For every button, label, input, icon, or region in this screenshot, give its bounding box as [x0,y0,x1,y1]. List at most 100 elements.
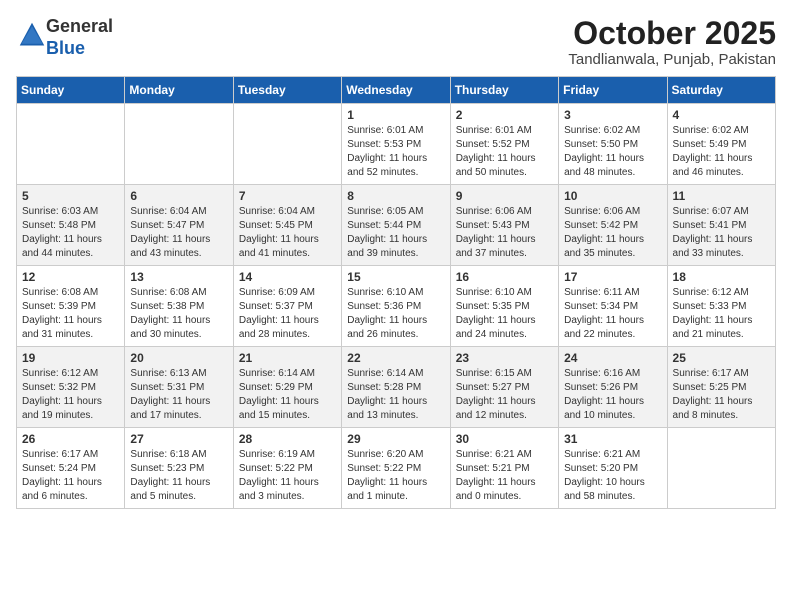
day-number: 27 [130,432,227,446]
daylight-text: Daylight: 11 hours and 35 minutes. [564,234,644,259]
day-number: 7 [239,189,336,203]
day-number: 16 [456,270,553,284]
day-info: Sunrise: 6:20 AM Sunset: 5:22 PM Dayligh… [347,448,444,504]
sunrise-text: Sunrise: 6:03 AM [22,206,98,217]
sunset-text: Sunset: 5:32 PM [22,382,96,393]
sunrise-text: Sunrise: 6:08 AM [130,287,206,298]
calendar-cell: 6 Sunrise: 6:04 AM Sunset: 5:47 PM Dayli… [125,185,233,266]
calendar-cell: 29 Sunrise: 6:20 AM Sunset: 5:22 PM Dayl… [342,428,450,509]
day-info: Sunrise: 6:21 AM Sunset: 5:20 PM Dayligh… [564,448,661,504]
sunset-text: Sunset: 5:44 PM [347,220,421,231]
day-info: Sunrise: 6:04 AM Sunset: 5:45 PM Dayligh… [239,205,336,261]
sunset-text: Sunset: 5:34 PM [564,301,638,312]
sunrise-text: Sunrise: 6:20 AM [347,449,423,460]
daylight-text: Daylight: 11 hours and 8 minutes. [673,396,753,421]
day-info: Sunrise: 6:06 AM Sunset: 5:42 PM Dayligh… [564,205,661,261]
sunrise-text: Sunrise: 6:17 AM [22,449,98,460]
day-number: 5 [22,189,119,203]
calendar-cell: 21 Sunrise: 6:14 AM Sunset: 5:29 PM Dayl… [233,347,341,428]
week-row-4: 19 Sunrise: 6:12 AM Sunset: 5:32 PM Dayl… [17,347,776,428]
daylight-text: Daylight: 11 hours and 0 minutes. [456,477,536,502]
calendar-cell: 3 Sunrise: 6:02 AM Sunset: 5:50 PM Dayli… [559,104,667,185]
day-number: 8 [347,189,444,203]
weekday-header-sunday: Sunday [17,77,125,104]
day-info: Sunrise: 6:21 AM Sunset: 5:21 PM Dayligh… [456,448,553,504]
calendar-cell: 2 Sunrise: 6:01 AM Sunset: 5:52 PM Dayli… [450,104,558,185]
daylight-text: Daylight: 11 hours and 28 minutes. [239,315,319,340]
weekday-header-thursday: Thursday [450,77,558,104]
day-info: Sunrise: 6:14 AM Sunset: 5:29 PM Dayligh… [239,367,336,423]
day-info: Sunrise: 6:01 AM Sunset: 5:53 PM Dayligh… [347,124,444,180]
calendar-cell [233,104,341,185]
day-number: 22 [347,351,444,365]
sunset-text: Sunset: 5:47 PM [130,220,204,231]
sunrise-text: Sunrise: 6:15 AM [456,368,532,379]
daylight-text: Daylight: 11 hours and 15 minutes. [239,396,319,421]
sunset-text: Sunset: 5:45 PM [239,220,313,231]
day-number: 29 [347,432,444,446]
calendar-cell: 15 Sunrise: 6:10 AM Sunset: 5:36 PM Dayl… [342,266,450,347]
day-info: Sunrise: 6:02 AM Sunset: 5:49 PM Dayligh… [673,124,770,180]
calendar-cell [125,104,233,185]
sunrise-text: Sunrise: 6:02 AM [673,125,749,136]
daylight-text: Daylight: 11 hours and 33 minutes. [673,234,753,259]
daylight-text: Daylight: 11 hours and 24 minutes. [456,315,536,340]
sunrise-text: Sunrise: 6:07 AM [673,206,749,217]
calendar-cell: 18 Sunrise: 6:12 AM Sunset: 5:33 PM Dayl… [667,266,775,347]
sunset-text: Sunset: 5:25 PM [673,382,747,393]
sunrise-text: Sunrise: 6:21 AM [456,449,532,460]
daylight-text: Daylight: 11 hours and 6 minutes. [22,477,102,502]
day-info: Sunrise: 6:11 AM Sunset: 5:34 PM Dayligh… [564,286,661,342]
sunrise-text: Sunrise: 6:05 AM [347,206,423,217]
day-number: 1 [347,108,444,122]
day-number: 3 [564,108,661,122]
day-number: 20 [130,351,227,365]
daylight-text: Daylight: 10 hours and 58 minutes. [564,477,645,502]
weekday-header-wednesday: Wednesday [342,77,450,104]
day-number: 26 [22,432,119,446]
location-subtitle: Tandlianwala, Punjab, Pakistan [568,51,776,68]
day-info: Sunrise: 6:12 AM Sunset: 5:33 PM Dayligh… [673,286,770,342]
daylight-text: Daylight: 11 hours and 10 minutes. [564,396,644,421]
day-info: Sunrise: 6:09 AM Sunset: 5:37 PM Dayligh… [239,286,336,342]
calendar-cell [667,428,775,509]
sunrise-text: Sunrise: 6:10 AM [347,287,423,298]
day-info: Sunrise: 6:06 AM Sunset: 5:43 PM Dayligh… [456,205,553,261]
day-info: Sunrise: 6:08 AM Sunset: 5:38 PM Dayligh… [130,286,227,342]
sunset-text: Sunset: 5:22 PM [347,463,421,474]
sunset-text: Sunset: 5:41 PM [673,220,747,231]
calendar-cell: 22 Sunrise: 6:14 AM Sunset: 5:28 PM Dayl… [342,347,450,428]
sunrise-text: Sunrise: 6:04 AM [239,206,315,217]
day-number: 14 [239,270,336,284]
sunrise-text: Sunrise: 6:02 AM [564,125,640,136]
day-info: Sunrise: 6:14 AM Sunset: 5:28 PM Dayligh… [347,367,444,423]
daylight-text: Daylight: 11 hours and 21 minutes. [673,315,753,340]
daylight-text: Daylight: 11 hours and 37 minutes. [456,234,536,259]
daylight-text: Daylight: 11 hours and 44 minutes. [22,234,102,259]
day-number: 30 [456,432,553,446]
sunset-text: Sunset: 5:38 PM [130,301,204,312]
daylight-text: Daylight: 11 hours and 5 minutes. [130,477,210,502]
sunrise-text: Sunrise: 6:06 AM [456,206,532,217]
day-info: Sunrise: 6:07 AM Sunset: 5:41 PM Dayligh… [673,205,770,261]
weekday-header-row: SundayMondayTuesdayWednesdayThursdayFrid… [17,77,776,104]
daylight-text: Daylight: 11 hours and 52 minutes. [347,153,427,178]
calendar-cell: 20 Sunrise: 6:13 AM Sunset: 5:31 PM Dayl… [125,347,233,428]
calendar-cell: 23 Sunrise: 6:15 AM Sunset: 5:27 PM Dayl… [450,347,558,428]
daylight-text: Daylight: 11 hours and 43 minutes. [130,234,210,259]
sunset-text: Sunset: 5:26 PM [564,382,638,393]
day-number: 25 [673,351,770,365]
sunset-text: Sunset: 5:43 PM [456,220,530,231]
day-info: Sunrise: 6:10 AM Sunset: 5:36 PM Dayligh… [347,286,444,342]
day-info: Sunrise: 6:02 AM Sunset: 5:50 PM Dayligh… [564,124,661,180]
day-number: 28 [239,432,336,446]
daylight-text: Daylight: 11 hours and 22 minutes. [564,315,644,340]
sunset-text: Sunset: 5:49 PM [673,139,747,150]
sunset-text: Sunset: 5:52 PM [456,139,530,150]
sunrise-text: Sunrise: 6:01 AM [347,125,423,136]
daylight-text: Daylight: 11 hours and 39 minutes. [347,234,427,259]
calendar-cell: 30 Sunrise: 6:21 AM Sunset: 5:21 PM Dayl… [450,428,558,509]
daylight-text: Daylight: 11 hours and 19 minutes. [22,396,102,421]
sunset-text: Sunset: 5:50 PM [564,139,638,150]
daylight-text: Daylight: 11 hours and 12 minutes. [456,396,536,421]
